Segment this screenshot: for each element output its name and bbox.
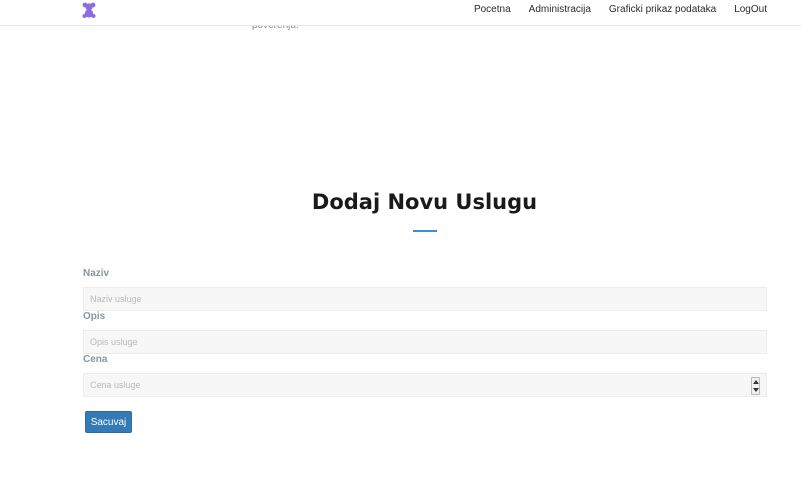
stepper-down-icon[interactable] xyxy=(752,388,759,392)
nav-link-administracija[interactable]: Administracija xyxy=(529,4,591,15)
nav-link-logout[interactable]: LogOut xyxy=(734,4,767,15)
cena-field-group: Cena xyxy=(83,354,767,397)
nav-menu: Pocetna Administracija Graficki prikaz p… xyxy=(474,0,767,18)
opis-field-group: Opis xyxy=(83,311,767,354)
nav-link-graficki-prikaz[interactable]: Graficki prikaz podataka xyxy=(609,4,716,15)
save-button[interactable]: Sacuvaj xyxy=(85,411,132,433)
page-title: Dodaj Novu Uslugu xyxy=(311,190,538,214)
naziv-field-group: Naziv xyxy=(83,268,767,311)
add-service-form: Naziv Opis Cena xyxy=(83,268,767,397)
top-navbar: Pocetna Administracija Graficki prikaz p… xyxy=(0,0,801,26)
nav-link-pocetna[interactable]: Pocetna xyxy=(474,4,511,15)
cena-label: Cena xyxy=(83,354,108,365)
title-underline xyxy=(413,230,437,232)
opis-input[interactable] xyxy=(83,330,767,354)
naziv-input[interactable] xyxy=(83,287,767,311)
naziv-label: Naziv xyxy=(83,268,110,279)
teddy-bear-icon[interactable] xyxy=(82,2,96,18)
stepper-up-icon[interactable] xyxy=(752,380,759,384)
opis-label: Opis xyxy=(83,311,106,322)
number-stepper[interactable] xyxy=(751,377,760,395)
cena-input-wrapper xyxy=(83,373,767,397)
cena-input[interactable] xyxy=(83,373,767,397)
